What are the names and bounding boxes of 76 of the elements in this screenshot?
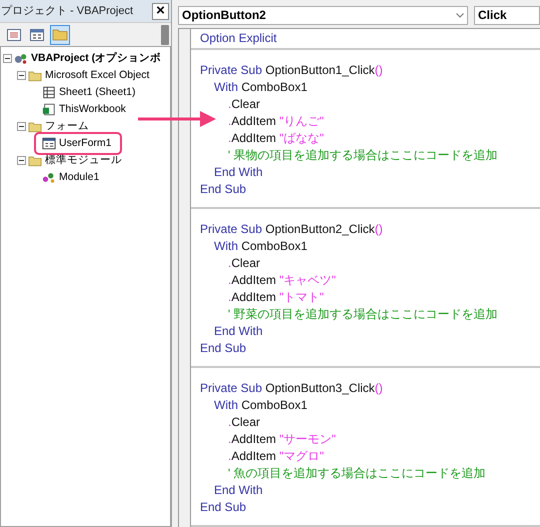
tree-item[interactable]: UserForm1 (36, 134, 120, 153)
chevron-down-icon (456, 12, 464, 18)
code-text: OptionButton1_Click (265, 62, 375, 79)
grid-sheet-icon (42, 86, 56, 99)
folder-icon (28, 69, 42, 82)
code-comment: ' 野菜の項目を追加する場合はここにコードを追加 (228, 306, 498, 323)
keyword-text: End With (214, 323, 263, 340)
code-text: Clear (231, 96, 260, 113)
symbol-text: . (228, 414, 232, 431)
code-text: AddItem (231, 130, 278, 147)
code-text: OptionButton2_Click (265, 221, 375, 238)
form-icon (42, 137, 56, 150)
code-text: Clear (231, 414, 260, 431)
close-button[interactable]: × (152, 2, 169, 20)
tree-item[interactable]: Sheet1 (Sheet1) (58, 85, 136, 100)
symbol-text: () (374, 221, 383, 238)
symbol-text: . (228, 272, 232, 289)
code-text: AddItem (231, 431, 278, 448)
keyword-text: Private Sub (200, 62, 264, 79)
code-text: Clear (231, 255, 260, 272)
tree-item[interactable]: ThisWorkbook (58, 102, 127, 117)
symbol-text: () (374, 62, 383, 79)
module-icon (42, 171, 56, 184)
string-literal: "ばなな" (279, 130, 324, 147)
keyword-text: Private Sub (200, 221, 264, 238)
keyword-text: End Sub (200, 499, 246, 516)
tree-item[interactable]: VBAProject (オプションボ (30, 51, 162, 66)
code-text: ComboBox1 (241, 397, 308, 414)
object-dropdown[interactable]: OptionButton2 (178, 6, 468, 24)
keyword-text: With (214, 238, 239, 255)
keyword-text: Private Sub (200, 380, 264, 397)
code-text: OptionButton3_Click (265, 380, 375, 397)
string-literal: "りんご" (279, 113, 324, 130)
collapse-toggle[interactable] (17, 71, 26, 80)
code-text: ComboBox1 (241, 238, 308, 255)
tree-item[interactable]: Microsoft Excel Object (44, 68, 150, 83)
keyword-text: With (214, 397, 239, 414)
folder-toggle-button[interactable] (50, 24, 70, 44)
code-text: AddItem (231, 289, 278, 306)
string-literal: "マグロ" (279, 448, 324, 465)
workbook-icon (42, 103, 56, 116)
string-literal: "キャベツ" (279, 272, 336, 289)
procedure-dropdown[interactable]: Click (474, 6, 540, 24)
keyword-text: End Sub (200, 340, 246, 357)
symbol-text: . (228, 431, 232, 448)
code-text: AddItem (231, 448, 278, 465)
scroll-handle[interactable] (161, 24, 169, 44)
tree-item[interactable]: Module1 (58, 170, 100, 185)
tree-item[interactable]: フォーム (44, 119, 90, 134)
keyword-text: Option Explicit (200, 30, 277, 47)
collapse-toggle[interactable] (3, 54, 12, 63)
keyword-text: With (214, 79, 239, 96)
code-text: AddItem (231, 272, 278, 289)
folder-icon (28, 154, 42, 167)
tree-item[interactable]: 標準モジュール (44, 153, 123, 168)
symbol-text: () (374, 380, 383, 397)
code-text: ComboBox1 (241, 79, 308, 96)
symbol-text: . (228, 130, 232, 147)
string-literal: "サーモン" (279, 431, 336, 448)
symbol-text: . (228, 113, 232, 130)
symbol-text: . (228, 448, 232, 465)
symbol-text: . (228, 255, 232, 272)
code-comment: ' 魚の項目を追加する場合はここにコードを追加 (228, 465, 486, 482)
collapse-toggle[interactable] (17, 122, 26, 131)
symbol-text: . (228, 289, 232, 306)
symbol-text: . (228, 96, 232, 113)
keyword-text: End Sub (200, 181, 246, 198)
cogs-icon (14, 52, 28, 65)
code-text: AddItem (231, 113, 278, 130)
keyword-text: End With (214, 164, 263, 181)
keyword-text: End With (214, 482, 263, 499)
string-literal: "トマト" (279, 289, 324, 306)
panel-title: プロジェクト - VBAProject (1, 4, 134, 19)
folder-icon (28, 120, 42, 133)
collapse-toggle[interactable] (17, 156, 26, 165)
code-comment: ' 果物の項目を追加する場合はここにコードを追加 (228, 147, 498, 164)
